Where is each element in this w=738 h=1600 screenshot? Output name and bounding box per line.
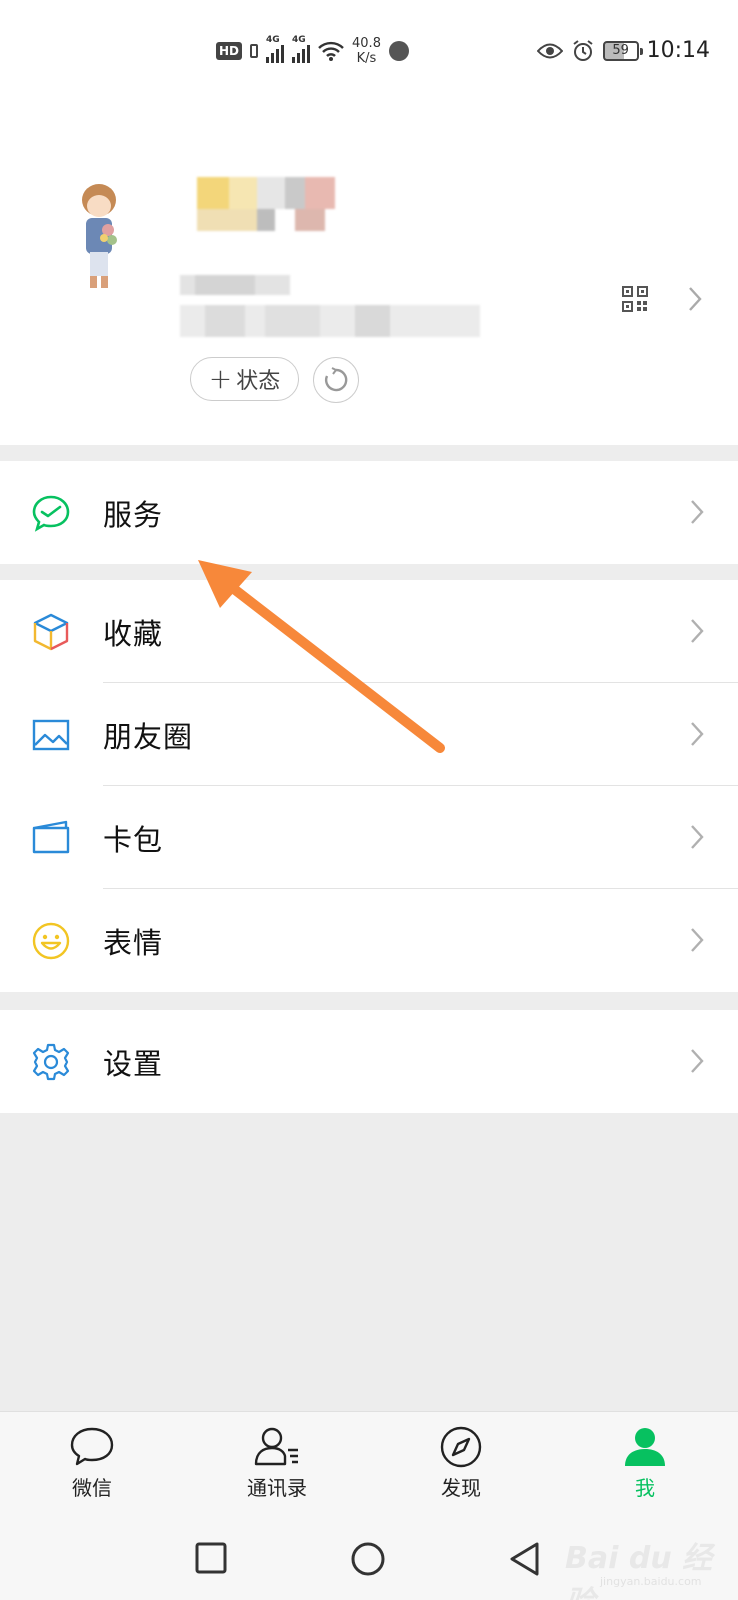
clock: 10:14: [646, 38, 710, 63]
hd-volte-icon: HD: [216, 42, 243, 60]
smiley-icon: [32, 922, 70, 960]
watermark-site: jingyan.baidu.com: [600, 1575, 702, 1588]
menu-group-services: 服务: [0, 461, 738, 564]
chevron-right-icon: [691, 722, 704, 746]
sim-icon: [250, 44, 259, 58]
menu-label-cards: 卡包: [103, 822, 164, 857]
chat-bubble-icon: [70, 1427, 114, 1466]
services-icon: [32, 495, 70, 532]
chevron-right-icon: [691, 1049, 704, 1073]
speed-unit: K/s: [356, 51, 377, 66]
tab-label-contacts: 通讯录: [247, 1476, 307, 1500]
gear-icon: [32, 1043, 70, 1081]
signal-icon-2: 4G: [292, 35, 311, 63]
qr-code-icon[interactable]: [622, 286, 648, 312]
add-status-button[interactable]: + 状态: [190, 357, 299, 401]
menu-item-moments[interactable]: 朋友圈: [0, 683, 738, 786]
chevron-right-icon[interactable]: [688, 286, 702, 312]
chevron-right-icon: [691, 928, 704, 952]
menu-item-cards[interactable]: 卡包: [0, 786, 738, 889]
tab-label-discover: 发现: [441, 1476, 481, 1500]
watermark-logo: Bai du 经验: [565, 1541, 713, 1600]
network-speed: 40.8 K/s: [352, 36, 381, 66]
speed-value: 40.8: [352, 36, 381, 51]
chevron-right-icon: [691, 619, 704, 643]
network-type-2: 4G: [292, 35, 306, 45]
menu-label-stickers: 表情: [103, 925, 164, 960]
plus-icon: +: [208, 362, 233, 395]
avatar[interactable]: [72, 182, 126, 292]
voice-assistant-icon: [388, 41, 409, 61]
status-bar-right: 59 10:14: [536, 38, 710, 63]
bottom-tab-bar: 微信 通讯录 发现 我: [0, 1411, 738, 1519]
menu-label-services: 服务: [103, 497, 164, 532]
status-refresh-button[interactable]: [313, 357, 359, 403]
tab-contacts[interactable]: 通讯录: [227, 1426, 327, 1501]
eye-icon: [536, 43, 563, 58]
menu-item-services[interactable]: 服务: [0, 461, 738, 564]
home-button[interactable]: [350, 1541, 386, 1577]
wifi-icon: [318, 41, 344, 61]
contacts-icon: [254, 1427, 298, 1466]
status-button-label: 状态: [236, 369, 281, 394]
system-navigation-bar: Bai du 经验 jingyan.baidu.com: [0, 1519, 738, 1600]
alarm-icon: [572, 39, 593, 61]
tab-chats[interactable]: 微信: [42, 1426, 142, 1501]
compass-icon: [440, 1426, 482, 1468]
moments-picture-icon: [32, 719, 70, 751]
menu-item-favorites[interactable]: 收藏: [0, 580, 738, 683]
refresh-icon: [325, 367, 348, 392]
menu-group-main: 收藏 朋友圈 卡包 表情: [0, 580, 738, 992]
battery-icon: 59: [602, 40, 643, 61]
menu-label-favorites: 收藏: [103, 616, 164, 651]
recent-apps-button[interactable]: [194, 1541, 228, 1575]
chevron-right-icon: [691, 500, 704, 524]
tab-label-me: 我: [635, 1476, 655, 1500]
menu-label-moments: 朋友圈: [103, 719, 194, 754]
tab-discover[interactable]: 发现: [411, 1426, 511, 1501]
menu-group-settings: 设置: [0, 1010, 738, 1113]
signal-icon-1: 4G: [266, 35, 285, 63]
chevron-right-icon: [691, 825, 704, 849]
status-bar-left: HD 4G 4G 40.8 K/s: [216, 35, 409, 66]
menu-item-stickers[interactable]: 表情: [0, 889, 738, 992]
status-bar: HD 4G 4G 40.8 K/s 59 10:14: [0, 0, 738, 100]
back-button[interactable]: [508, 1541, 542, 1577]
favorites-cube-icon: [33, 613, 69, 651]
tab-label-chats: 微信: [72, 1476, 112, 1500]
profile-header[interactable]: + 状态: [0, 100, 738, 445]
tab-me[interactable]: 我: [595, 1426, 695, 1501]
menu-label-settings: 设置: [103, 1046, 164, 1081]
card-wallet-icon: [32, 820, 70, 854]
person-icon: [625, 1428, 665, 1466]
network-type-1: 4G: [266, 35, 280, 45]
menu-item-settings[interactable]: 设置: [0, 1010, 738, 1113]
